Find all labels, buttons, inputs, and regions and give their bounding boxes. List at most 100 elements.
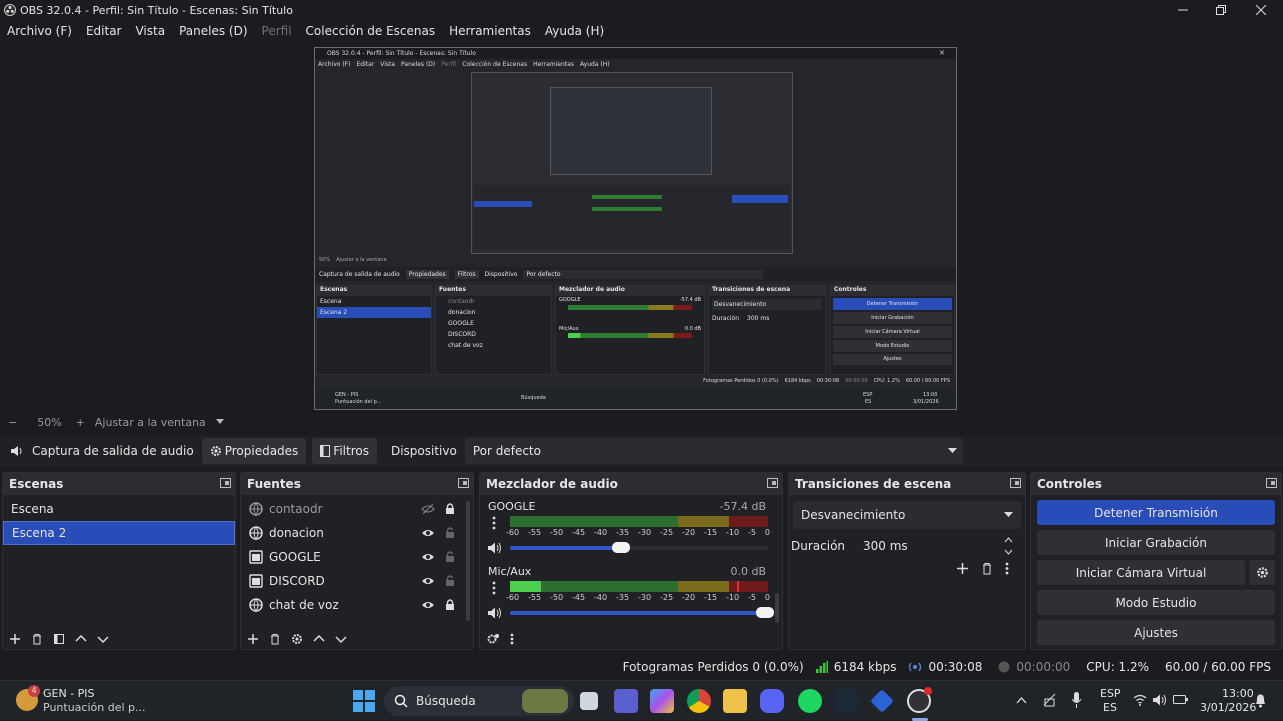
- device-select[interactable]: Por defecto: [464, 438, 963, 464]
- speaker-icon[interactable]: [487, 606, 503, 620]
- copilot-icon[interactable]: [650, 689, 674, 713]
- menu-herramientas[interactable]: Herramientas: [449, 24, 531, 38]
- more-icon[interactable]: [1005, 562, 1009, 575]
- volume-slider[interactable]: [510, 607, 775, 618]
- undock-icon[interactable]: [1010, 478, 1021, 488]
- scale-tick: -40: [594, 593, 608, 602]
- nested-taskbar-sub: Puntuación del p...: [335, 399, 382, 405]
- undock-icon[interactable]: [1266, 478, 1277, 488]
- more-icon[interactable]: [492, 516, 496, 530]
- wifi-icon[interactable]: [1133, 694, 1147, 706]
- chevron-up-icon[interactable]: [75, 633, 87, 645]
- trash-icon[interactable]: [981, 562, 993, 575]
- properties-button[interactable]: Propiedades: [201, 438, 307, 464]
- zoom-out-button[interactable]: −: [8, 416, 17, 429]
- stop-streaming-button[interactable]: Detener Transmisión: [1037, 500, 1275, 525]
- stepper-icon[interactable]: [1004, 537, 1013, 555]
- file-explorer-icon[interactable]: [723, 689, 747, 713]
- eye-icon[interactable]: [421, 551, 435, 563]
- network-off-icon[interactable]: [1042, 693, 1057, 708]
- scrollbar[interactable]: [775, 593, 779, 623]
- clock-date[interactable]: 3/01/2026: [1200, 701, 1256, 714]
- language-code[interactable]: ESP: [1100, 687, 1121, 700]
- duration-input[interactable]: 300 ms: [855, 533, 1021, 559]
- taskbar-search[interactable]: Búsqueda: [384, 686, 574, 716]
- task-view-icon[interactable]: [580, 692, 598, 710]
- filter-icon[interactable]: [53, 633, 65, 645]
- volume-icon[interactable]: [1152, 693, 1167, 707]
- menu-paneles[interactable]: Paneles (D): [179, 24, 247, 38]
- app-diamond-icon[interactable]: [870, 689, 894, 713]
- discord-icon[interactable]: [760, 689, 784, 713]
- undock-icon[interactable]: [458, 478, 469, 488]
- undock-icon[interactable]: [220, 478, 231, 488]
- add-icon[interactable]: [247, 633, 259, 645]
- scene-item-selected[interactable]: Escena 2: [3, 521, 235, 545]
- menu-ayuda[interactable]: Ayuda (H): [545, 24, 604, 38]
- fit-to-window-label[interactable]: Ajustar a la ventana: [95, 416, 206, 429]
- scrollbar[interactable]: [466, 501, 470, 621]
- lock-icon[interactable]: [445, 598, 455, 611]
- menu-coleccion-escenas[interactable]: Colección de Escenas: [306, 24, 436, 38]
- unlock-icon[interactable]: [445, 526, 455, 539]
- volume-slider-handle[interactable]: [756, 607, 775, 618]
- minimize-button[interactable]: [1164, 0, 1202, 20]
- more-icon[interactable]: [492, 581, 496, 595]
- eye-icon[interactable]: [421, 527, 435, 539]
- source-item[interactable]: GOOGLE: [241, 545, 473, 569]
- mixer-channel: Mic/Aux 0.0 dB -60 -55 -50 -45 -40 -35 -30 -25-…: [480, 562, 780, 624]
- volume-slider[interactable]: [510, 542, 768, 553]
- taskbar-app-name[interactable]: GEN - PIS: [43, 687, 95, 700]
- unlock-icon[interactable]: [445, 574, 455, 587]
- trash-icon[interactable]: [269, 633, 281, 645]
- add-icon[interactable]: [956, 562, 969, 575]
- eye-off-icon[interactable]: [421, 503, 435, 515]
- undock-icon[interactable]: [767, 478, 778, 488]
- bell-icon[interactable]: [1254, 693, 1267, 708]
- filters-button[interactable]: Filtros: [312, 438, 377, 464]
- steam-icon[interactable]: [834, 689, 858, 713]
- chevron-down-icon[interactable]: [335, 633, 347, 645]
- keyboard-layout[interactable]: ES: [1103, 701, 1117, 714]
- source-item[interactable]: donacion: [241, 521, 473, 545]
- more-icon[interactable]: [510, 633, 514, 645]
- menu-perfil[interactable]: Perfil: [262, 24, 292, 38]
- add-icon[interactable]: [9, 633, 21, 645]
- transition-select[interactable]: Desvanecimiento: [793, 501, 1021, 529]
- menu-archivo[interactable]: Archivo (F): [7, 24, 72, 38]
- zoom-in-button[interactable]: +: [76, 416, 85, 429]
- clock-time[interactable]: 13:00: [1222, 687, 1254, 700]
- eye-icon[interactable]: [421, 575, 435, 587]
- studio-mode-button[interactable]: Modo Estudio: [1037, 590, 1275, 615]
- chevron-up-icon[interactable]: [313, 633, 325, 645]
- chevron-up-icon[interactable]: [1016, 697, 1027, 704]
- eye-icon[interactable]: [421, 599, 435, 611]
- lock-icon[interactable]: [445, 502, 455, 515]
- start-recording-button[interactable]: Iniciar Grabación: [1037, 530, 1275, 555]
- source-item[interactable]: contaodr: [241, 497, 473, 521]
- speaker-icon[interactable]: [487, 541, 503, 555]
- chevron-down-icon[interactable]: [215, 419, 224, 425]
- chevron-down-icon[interactable]: [97, 633, 109, 645]
- menu-editar[interactable]: Editar: [86, 24, 122, 38]
- close-button[interactable]: [1242, 0, 1280, 20]
- source-item[interactable]: chat de voz: [241, 593, 473, 617]
- windows-start-icon[interactable]: [353, 690, 375, 712]
- settings-button[interactable]: Ajustes: [1037, 620, 1275, 645]
- battery-icon[interactable]: [1173, 694, 1188, 705]
- chrome-icon[interactable]: [687, 689, 711, 713]
- gear-icon[interactable]: [486, 633, 500, 645]
- maximize-button[interactable]: [1202, 0, 1240, 20]
- volume-slider-handle[interactable]: [611, 542, 630, 553]
- virtual-camera-settings-button[interactable]: [1249, 560, 1275, 585]
- source-item[interactable]: DISCORD: [241, 569, 473, 593]
- menu-vista[interactable]: Vista: [135, 24, 165, 38]
- start-virtual-camera-button[interactable]: Iniciar Cámara Virtual: [1037, 560, 1245, 585]
- scene-item[interactable]: Escena: [3, 497, 235, 521]
- unlock-icon[interactable]: [445, 550, 455, 563]
- microphone-icon[interactable]: [1071, 692, 1082, 709]
- spotify-icon[interactable]: [798, 689, 822, 713]
- trash-icon[interactable]: [31, 633, 43, 645]
- teams-icon[interactable]: [614, 689, 638, 713]
- gear-icon[interactable]: [291, 633, 303, 645]
